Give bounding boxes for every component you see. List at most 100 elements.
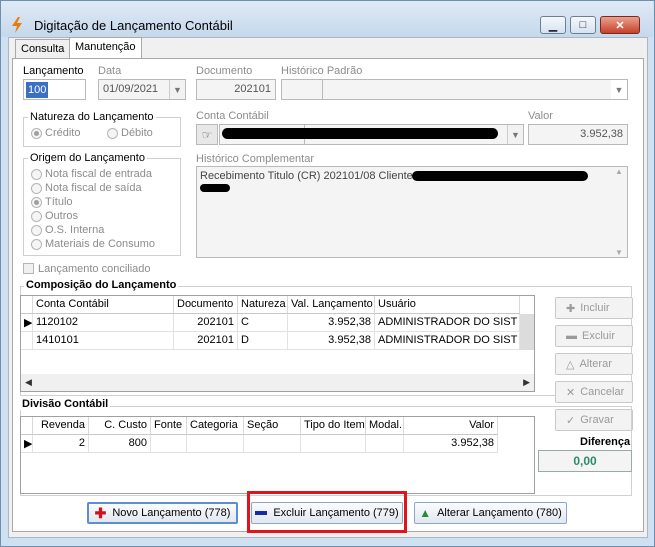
- radio-icon: [31, 224, 42, 236]
- row-pointer-icon: ▶: [21, 314, 33, 332]
- chevron-down-icon[interactable]: ▼: [611, 80, 627, 99]
- radio-outros[interactable]: Outros: [31, 210, 78, 222]
- column-header[interactable]: C. Custo: [89, 417, 151, 435]
- table-cell[interactable]: 1410101: [33, 332, 174, 350]
- table-cell[interactable]: 202101: [174, 314, 238, 332]
- column-header[interactable]: Tipo do Item: [301, 417, 366, 435]
- radio-nf-entrada[interactable]: Nota fiscal de entrada: [31, 168, 152, 180]
- historico-complementar-label: Histórico Complementar: [196, 153, 314, 165]
- excluir-button[interactable]: ▬ Excluir: [555, 325, 633, 347]
- table-cell[interactable]: D: [238, 332, 288, 350]
- chevron-right-icon[interactable]: ▶: [523, 377, 530, 388]
- minimize-button[interactable]: ▁: [540, 16, 566, 34]
- chevron-left-icon[interactable]: ◀: [25, 377, 32, 388]
- row-pointer-icon: ▶: [21, 435, 33, 453]
- historico-padrao-select[interactable]: ▼: [322, 79, 628, 100]
- table-cell[interactable]: ADMINISTRADOR DO SIST: [375, 314, 520, 332]
- redaction-bar: [200, 184, 230, 192]
- chevron-down-icon[interactable]: ▼: [615, 248, 623, 257]
- lookup-hand-icon[interactable]: ☞: [196, 124, 218, 145]
- diferenca-value: 0,00: [538, 450, 632, 472]
- table-cell[interactable]: [187, 435, 244, 453]
- horizontal-scrollbar[interactable]: ◀ ▶: [21, 374, 534, 391]
- column-header[interactable]: Natureza: [238, 296, 288, 314]
- radio-nf-saida[interactable]: Nota fiscal de saída: [31, 182, 142, 194]
- column-header[interactable]: Conta Contábil: [33, 296, 174, 314]
- tab-manutencao[interactable]: Manutenção: [69, 37, 142, 59]
- radio-icon: [31, 168, 42, 180]
- radio-selected-icon: [31, 127, 42, 139]
- radio-icon: [31, 238, 42, 250]
- divisao-title: Divisão Contábil: [20, 398, 111, 410]
- documento-label: Documento: [196, 65, 253, 77]
- divisao-grid[interactable]: Revenda C. Custo Fonte Categoria Seção T…: [20, 416, 535, 494]
- textarea-scrollbar[interactable]: ▲ ▼: [611, 167, 627, 257]
- radio-os-interna[interactable]: O.S. Interna: [31, 224, 104, 236]
- data-field[interactable]: 01/09/2021 ▼: [98, 79, 186, 100]
- radio-titulo[interactable]: Título: [31, 196, 73, 208]
- data-label: Data: [98, 65, 122, 77]
- column-header[interactable]: Usuário: [375, 296, 520, 314]
- valor-label: Valor: [528, 110, 553, 122]
- table-cell[interactable]: 1120102: [33, 314, 174, 332]
- incluir-button[interactable]: ✚ Incluir: [555, 297, 633, 319]
- table-cell[interactable]: ADMINISTRADOR DO SIST: [375, 332, 520, 350]
- table-cell[interactable]: 800: [89, 435, 151, 453]
- valor-field[interactable]: 3.952,38: [528, 124, 628, 145]
- historico-padrao-code-field[interactable]: [281, 79, 323, 100]
- triangle-up-icon: ▲: [419, 506, 432, 520]
- maximize-button[interactable]: □: [570, 16, 596, 34]
- column-header[interactable]: Documento: [174, 296, 238, 314]
- composicao-grid[interactable]: Conta Contábil Documento Natureza Val. L…: [20, 295, 535, 392]
- conciliado-checkbox[interactable]: [23, 263, 34, 274]
- radio-icon: [31, 182, 42, 194]
- app-logo-icon: [12, 17, 22, 33]
- table-cell[interactable]: [244, 435, 301, 453]
- plus-icon: ✚: [566, 302, 576, 315]
- alterar-button[interactable]: △ Alterar: [555, 353, 633, 375]
- chevron-down-icon[interactable]: ▼: [507, 125, 523, 144]
- radio-materiais[interactable]: Materiais de Consumo: [31, 238, 155, 250]
- table-cell[interactable]: 3.952,38: [288, 314, 375, 332]
- row-indicator: [21, 332, 33, 350]
- column-header[interactable]: Modal.: [366, 417, 404, 435]
- table-cell[interactable]: [151, 435, 187, 453]
- column-header[interactable]: Valor: [404, 417, 498, 435]
- column-header[interactable]: Seção: [244, 417, 301, 435]
- column-header[interactable]: Categoria: [187, 417, 244, 435]
- novo-lancamento-button[interactable]: ✚ Novo Lançamento (778): [87, 502, 238, 524]
- lancamento-label: Lançamento: [23, 65, 84, 77]
- column-header[interactable]: Val. Lançamento: [288, 296, 375, 314]
- vertical-scrollbar[interactable]: [520, 314, 534, 350]
- chevron-down-icon[interactable]: ▼: [169, 80, 185, 99]
- close-button[interactable]: ✕: [600, 16, 640, 34]
- table-cell[interactable]: 3.952,38: [404, 435, 498, 453]
- table-cell[interactable]: 3.952,38: [288, 332, 375, 350]
- table-cell[interactable]: [366, 435, 404, 453]
- table-cell[interactable]: [301, 435, 366, 453]
- documento-field[interactable]: 202101: [196, 79, 276, 100]
- column-header[interactable]: Fonte: [151, 417, 187, 435]
- window-title: Digitação de Lançamento Contábil: [34, 18, 233, 33]
- plus-icon: ✚: [94, 504, 107, 521]
- radio-debito[interactable]: Débito: [107, 127, 153, 139]
- column-header[interactable]: Revenda: [33, 417, 89, 435]
- origem-title: Origem do Lançamento: [28, 152, 147, 164]
- lancamento-field[interactable]: 100: [23, 79, 86, 100]
- tab-consulta[interactable]: Consulta: [15, 39, 71, 59]
- radio-selected-icon: [31, 196, 42, 208]
- alterar-lancamento-button[interactable]: ▲ Alterar Lançamento (780): [414, 502, 567, 524]
- grid-indicator-header: [21, 296, 33, 314]
- natureza-title: Natureza do Lançamento: [28, 111, 156, 123]
- highlight-box: [247, 491, 407, 533]
- composicao-title: Composição do Lançamento: [24, 279, 179, 291]
- table-cell[interactable]: C: [238, 314, 288, 332]
- cancelar-button[interactable]: ✕ Cancelar: [555, 381, 633, 403]
- radio-credito[interactable]: Crédito: [31, 127, 80, 139]
- chevron-up-icon[interactable]: ▲: [615, 167, 623, 176]
- table-cell[interactable]: 2: [33, 435, 89, 453]
- minus-icon: ▬: [566, 330, 577, 342]
- conta-contabil-label: Conta Contábil: [196, 110, 269, 122]
- table-cell[interactable]: 202101: [174, 332, 238, 350]
- conciliado-label: Lançamento conciliado: [38, 263, 151, 275]
